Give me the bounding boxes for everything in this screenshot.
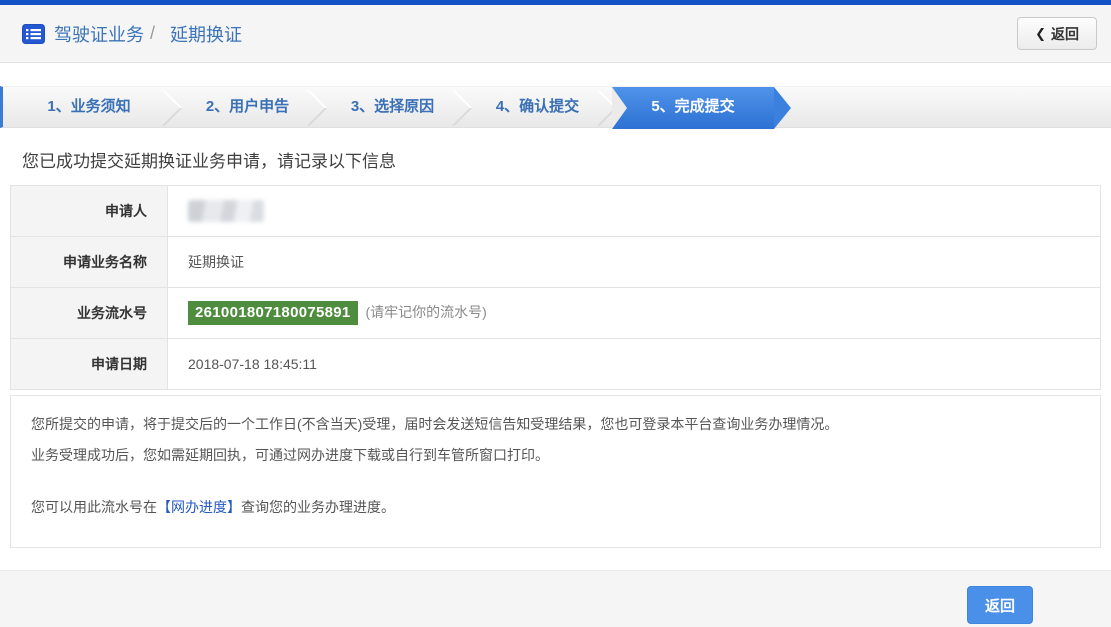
note-line-2: 业务受理成功后，您如需延期回执，可通过网办进度下载或自行到车管所窗口打印。 bbox=[31, 447, 549, 463]
service-name-label: 申请业务名称 bbox=[10, 236, 168, 288]
back-button-top-label: 返回 bbox=[1051, 25, 1079, 42]
step-3-reason[interactable]: 3、选择原因 bbox=[320, 87, 465, 129]
apply-date-value: 2018-07-18 18:45:11 bbox=[167, 338, 1101, 390]
serial-number-badge: 261001807180075891 bbox=[188, 301, 358, 325]
step-progress-bar: 1、业务须知 2、用户申告 3、选择原因 4、确认提交 5、完成提交 bbox=[0, 86, 1111, 129]
serial-number-label: 业务流水号 bbox=[10, 287, 168, 339]
back-button-bottom[interactable]: 返回 bbox=[967, 586, 1033, 624]
chevron-left-icon: ❮ bbox=[1035, 25, 1046, 41]
table-row-applicant: 申请人 bbox=[10, 185, 1101, 237]
progress-query-link[interactable]: 【网办进度】 bbox=[157, 499, 241, 515]
success-message: 您已成功提交延期换证业务申请，请记录以下信息 bbox=[22, 152, 396, 171]
note-line-3-suffix: 查询您的业务办理进度。 bbox=[241, 499, 395, 515]
step-2-declaration[interactable]: 2、用户申告 bbox=[175, 87, 320, 129]
page-header: 驾驶证业务 / 延期换证 ❮ 返回 bbox=[0, 5, 1111, 63]
table-row-service-name: 申请业务名称 延期换证 bbox=[10, 236, 1101, 288]
service-name-value: 延期换证 bbox=[167, 236, 1101, 288]
application-info-table: 申请人 申请业务名称 延期换证 业务流水号 261001807180075891… bbox=[10, 185, 1101, 390]
apply-date-label: 申请日期 bbox=[10, 338, 168, 390]
breadcrumb-primary: 驾驶证业务 bbox=[54, 24, 144, 45]
notes-box: 您所提交的申请，将于提交后的一个工作日(不含当天)受理，届时会发送短信告知受理结… bbox=[10, 395, 1101, 548]
footer-bar: 返回 bbox=[0, 570, 1111, 627]
serial-number-note: (请牢记你的流水号) bbox=[365, 304, 487, 320]
serial-number-value: 261001807180075891 (请牢记你的流水号) bbox=[167, 287, 1101, 339]
back-button-top[interactable]: ❮ 返回 bbox=[1017, 17, 1097, 50]
breadcrumb-separator: / bbox=[150, 23, 156, 43]
applicant-label: 申请人 bbox=[10, 185, 168, 237]
table-row-apply-date: 申请日期 2018-07-18 18:45:11 bbox=[10, 338, 1101, 390]
note-line-1: 您所提交的申请，将于提交后的一个工作日(不含当天)受理，届时会发送短信告知受理结… bbox=[31, 416, 839, 432]
step-5-complete-active[interactable]: 5、完成提交 bbox=[612, 87, 791, 129]
note-line-3-prefix: 您可以用此流水号在 bbox=[31, 499, 157, 515]
breadcrumb-secondary: 延期换证 bbox=[170, 24, 243, 45]
redacted-name-blur bbox=[188, 200, 264, 222]
list-form-icon bbox=[22, 23, 45, 44]
table-row-serial-number: 业务流水号 261001807180075891 (请牢记你的流水号) bbox=[10, 287, 1101, 339]
applicant-value bbox=[167, 185, 1101, 237]
note-line-3: 您可以用此流水号在【网办进度】查询您的业务办理进度。 bbox=[31, 492, 1080, 523]
step-1-notice[interactable]: 1、业务须知 bbox=[3, 87, 175, 129]
step-4-confirm[interactable]: 4、确认提交 bbox=[465, 87, 610, 129]
